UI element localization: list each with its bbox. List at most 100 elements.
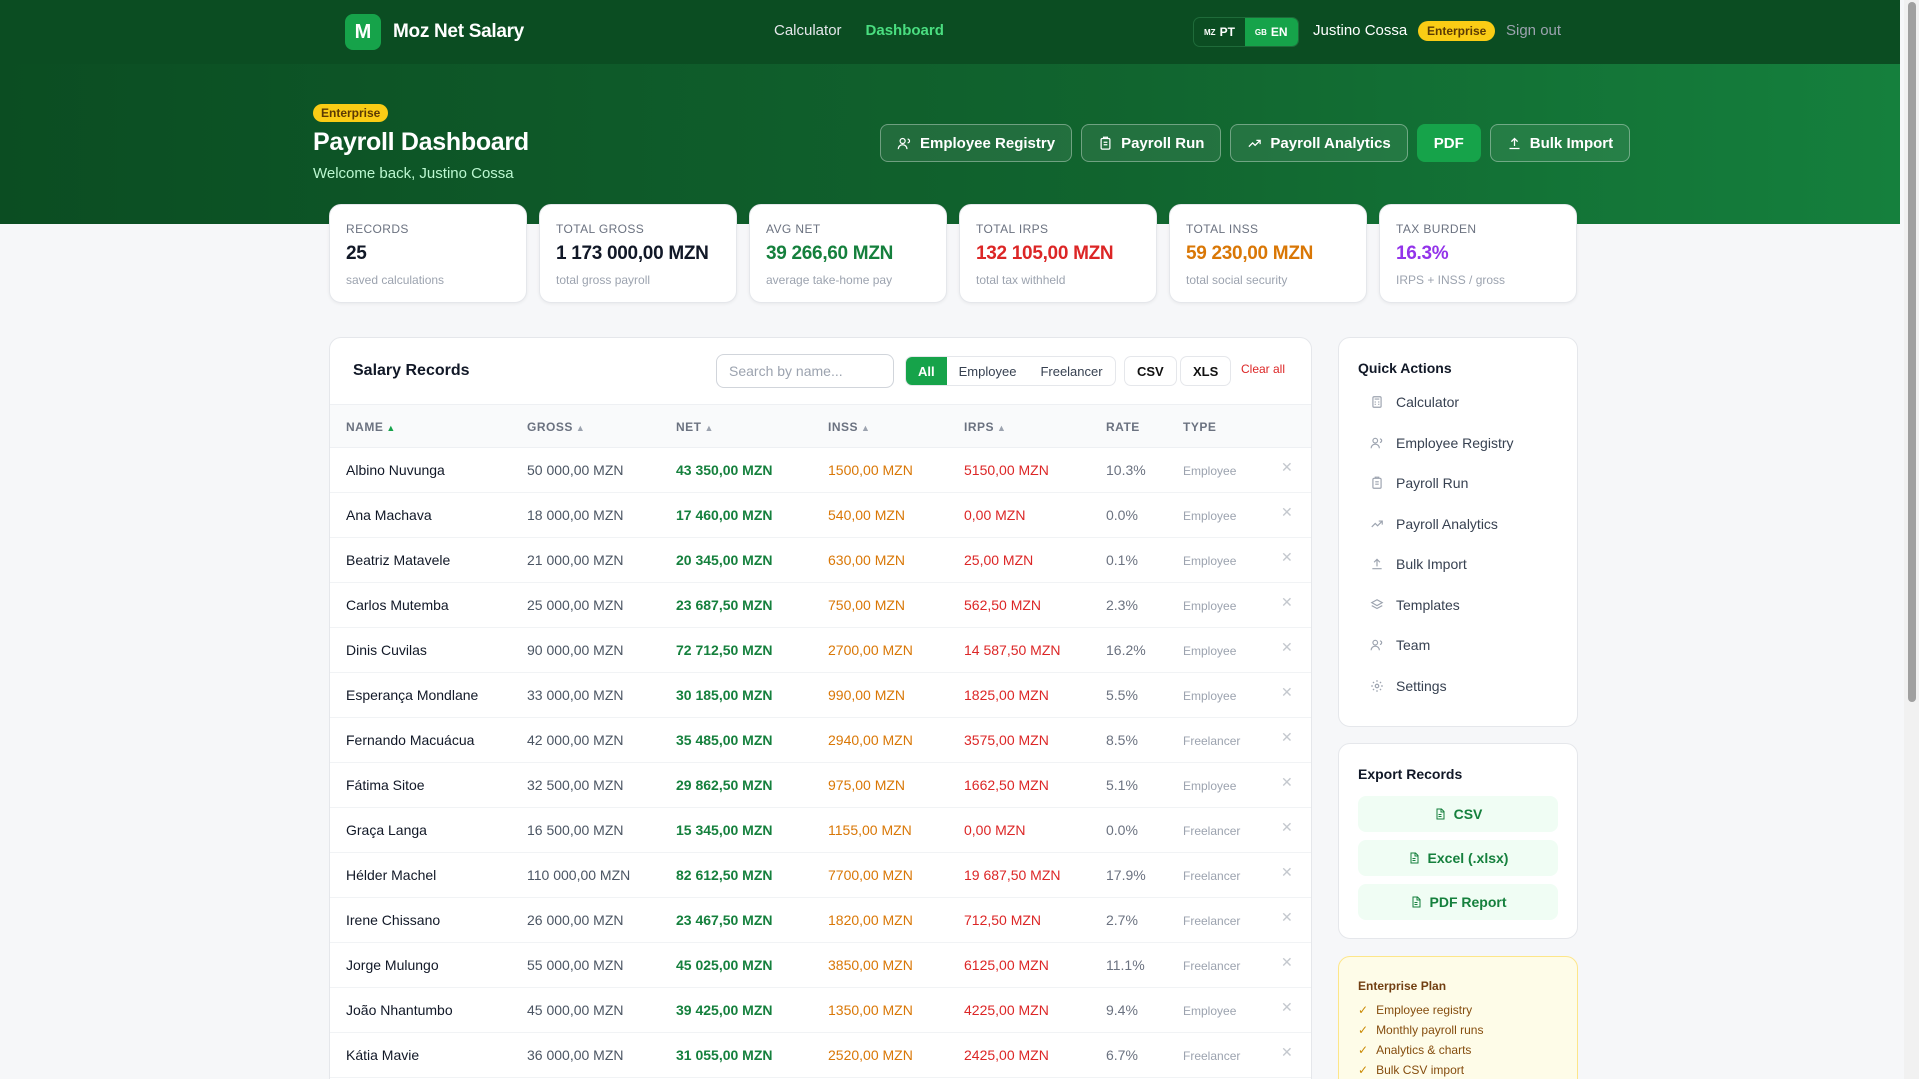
cell-rate: 10.3% bbox=[1106, 462, 1146, 478]
search-input[interactable] bbox=[716, 354, 894, 388]
quick-action-label: Templates bbox=[1396, 596, 1460, 613]
delete-row-icon[interactable]: ✕ bbox=[1281, 684, 1293, 701]
cell-rate: 0.0% bbox=[1106, 507, 1138, 523]
col-irps[interactable]: IRPS ▲ bbox=[964, 420, 1006, 434]
file-icon bbox=[1410, 852, 1419, 864]
cell-irps: 3575,00 MZN bbox=[964, 732, 1049, 748]
delete-row-icon[interactable]: ✕ bbox=[1281, 729, 1293, 746]
quick-action-settings[interactable]: Settings bbox=[1358, 670, 1563, 702]
delete-row-icon[interactable]: ✕ bbox=[1281, 774, 1293, 791]
quick-action-bulk-import[interactable]: Bulk Import bbox=[1358, 548, 1563, 580]
delete-row-icon[interactable]: ✕ bbox=[1281, 954, 1293, 971]
quick-action-templates[interactable]: Templates bbox=[1358, 589, 1563, 621]
sort-asc-icon: ▲ bbox=[386, 423, 396, 433]
cell-net: 17 460,00 MZN bbox=[676, 507, 773, 523]
clear-all-button[interactable]: Clear all bbox=[1241, 362, 1285, 376]
nav-link-calculator[interactable]: Calculator bbox=[774, 22, 842, 39]
pdf-button[interactable]: PDF bbox=[1416, 124, 1481, 162]
export-csv-button[interactable]: CSV bbox=[1358, 796, 1558, 832]
export-excel-button[interactable]: Excel (.xlsx) bbox=[1358, 840, 1558, 876]
table-row[interactable]: Dinis Cuvilas 90 000,00 MZN 72 712,50 MZN 2… bbox=[330, 628, 1311, 673]
table-row[interactable]: Carlos Mutemba 25 000,00 MZN 23 687,50 MZN… bbox=[330, 583, 1311, 628]
cell-name: Albino Nuvunga bbox=[346, 462, 445, 478]
cell-inss: 975,00 MZN bbox=[828, 777, 906, 793]
delete-row-icon[interactable]: ✕ bbox=[1281, 549, 1293, 566]
stat-value: 25 bbox=[346, 243, 367, 264]
page-title: Payroll Dashboard bbox=[313, 128, 529, 156]
cell-rate: 0.1% bbox=[1106, 552, 1138, 568]
table-row[interactable]: Jorge Mulungo 55 000,00 MZN 45 025,00 MZN 3… bbox=[330, 943, 1311, 988]
delete-row-icon[interactable]: ✕ bbox=[1281, 864, 1293, 881]
delete-row-icon[interactable]: ✕ bbox=[1281, 504, 1293, 521]
cell-inss: 2700,00 MZN bbox=[828, 642, 913, 658]
bulk-import-button[interactable]: Bulk Import bbox=[1489, 124, 1631, 162]
export-pdf-report-button[interactable]: PDF Report bbox=[1358, 884, 1558, 920]
quick-actions-title: Quick Actions bbox=[1358, 360, 1452, 376]
quick-action-team[interactable]: Team bbox=[1358, 629, 1563, 661]
export-xls-button[interactable]: XLS bbox=[1180, 356, 1232, 386]
col-irps-label: IRPS bbox=[964, 420, 995, 434]
table-row[interactable]: Kátia Mavie 36 000,00 MZN 31 055,00 MZN 252… bbox=[330, 1033, 1311, 1078]
cell-inss: 2940,00 MZN bbox=[828, 732, 913, 748]
cell-gross: 50 000,00 MZN bbox=[527, 462, 624, 478]
cell-type: Employee bbox=[1183, 554, 1237, 568]
quick-action-payroll-run[interactable]: Payroll Run bbox=[1358, 467, 1563, 499]
cell-name: Kátia Mavie bbox=[346, 1047, 420, 1063]
cell-net: 29 862,50 MZN bbox=[676, 777, 773, 793]
employee-registry-button[interactable]: Employee Registry bbox=[880, 124, 1073, 162]
export-csv-button[interactable]: CSV bbox=[1124, 356, 1177, 386]
plan-feature-label: Employee registry bbox=[1376, 1003, 1473, 1017]
lang-en-button[interactable]: GB EN bbox=[1244, 18, 1298, 46]
table-row[interactable]: Ana Machava 18 000,00 MZN 17 460,00 MZN 540… bbox=[330, 493, 1311, 538]
cell-irps: 2425,00 MZN bbox=[964, 1047, 1049, 1063]
quick-action-employee-registry[interactable]: Employee Registry bbox=[1358, 427, 1563, 459]
table-row[interactable]: Irene Chissano 26 000,00 MZN 23 467,50 MZN… bbox=[330, 898, 1311, 943]
cell-gross: 32 500,00 MZN bbox=[527, 777, 624, 793]
lang-pt-label: PT bbox=[1219, 25, 1235, 39]
delete-row-icon[interactable]: ✕ bbox=[1281, 639, 1293, 656]
delete-row-icon[interactable]: ✕ bbox=[1281, 909, 1293, 926]
table-row[interactable]: Albino Nuvunga 50 000,00 MZN 43 350,00 MZN… bbox=[330, 448, 1311, 493]
user-name: Justino Cossa bbox=[1313, 22, 1408, 39]
quick-action-calculator[interactable]: Calculator bbox=[1358, 386, 1563, 418]
brand[interactable]: M Moz Net Salary bbox=[345, 14, 524, 50]
table-row[interactable]: Fátima Sitoe 32 500,00 MZN 29 862,50 MZN 97… bbox=[330, 763, 1311, 808]
col-name-label: NAME bbox=[346, 420, 384, 434]
sort-icon: ▲ bbox=[997, 423, 1007, 433]
sort-icon: ▲ bbox=[704, 423, 714, 433]
sign-out-link[interactable]: Sign out bbox=[1506, 22, 1561, 39]
delete-row-icon[interactable]: ✕ bbox=[1281, 1044, 1293, 1061]
lang-pt-button[interactable]: MZ PT bbox=[1194, 18, 1245, 46]
filter-employee[interactable]: Employee bbox=[947, 357, 1029, 385]
table-row[interactable]: João Nhantumbo 45 000,00 MZN 39 425,00 MZN… bbox=[330, 988, 1311, 1033]
col-net[interactable]: NET ▲ bbox=[676, 420, 714, 434]
table-row[interactable]: Esperança Mondlane 33 000,00 MZN 30 185,00… bbox=[330, 673, 1311, 718]
nav-link-dashboard[interactable]: Dashboard bbox=[866, 22, 944, 39]
table-row[interactable]: Graça Langa 16 500,00 MZN 15 345,00 MZN 115… bbox=[330, 808, 1311, 853]
gb-flag-icon: GB bbox=[1254, 27, 1267, 37]
quick-action-payroll-analytics[interactable]: Payroll Analytics bbox=[1358, 508, 1563, 540]
col-inss[interactable]: INSS ▲ bbox=[828, 420, 870, 434]
delete-row-icon[interactable]: ✕ bbox=[1281, 819, 1293, 836]
col-gross[interactable]: GROSS ▲ bbox=[527, 420, 585, 434]
clipboard-icon bbox=[1100, 136, 1111, 150]
table-row[interactable]: Beatriz Matavele 21 000,00 MZN 20 345,00 M… bbox=[330, 538, 1311, 583]
col-name[interactable]: NAME ▲ bbox=[346, 420, 396, 434]
payroll-analytics-button[interactable]: Payroll Analytics bbox=[1230, 124, 1408, 162]
delete-row-icon[interactable]: ✕ bbox=[1281, 999, 1293, 1016]
delete-row-icon[interactable]: ✕ bbox=[1281, 594, 1293, 611]
cell-type: Employee bbox=[1183, 779, 1237, 793]
cell-name: João Nhantumbo bbox=[346, 1002, 453, 1018]
scrollbar-thumb[interactable] bbox=[1908, 2, 1916, 702]
quick-action-label: Payroll Run bbox=[1396, 475, 1469, 491]
delete-row-icon[interactable]: ✕ bbox=[1281, 459, 1293, 476]
table-row[interactable]: Fernando Macuácua 42 000,00 MZN 35 485,00 … bbox=[330, 718, 1311, 763]
table-row[interactable]: Hélder Machel 110 000,00 MZN 82 612,50 MZN… bbox=[330, 853, 1311, 898]
payroll-run-button[interactable]: Payroll Run bbox=[1081, 124, 1222, 162]
cell-inss: 750,00 MZN bbox=[828, 597, 906, 613]
upload-icon bbox=[1509, 137, 1520, 149]
table-header: NAME ▲ GROSS ▲ NET ▲ INSS ▲ IRPS ▲ RATE TYPE bbox=[330, 404, 1311, 448]
filter-all[interactable]: All bbox=[906, 357, 947, 385]
filter-freelancer[interactable]: Freelancer bbox=[1028, 357, 1114, 385]
plan-feature-label: Bulk CSV import bbox=[1376, 1063, 1465, 1077]
